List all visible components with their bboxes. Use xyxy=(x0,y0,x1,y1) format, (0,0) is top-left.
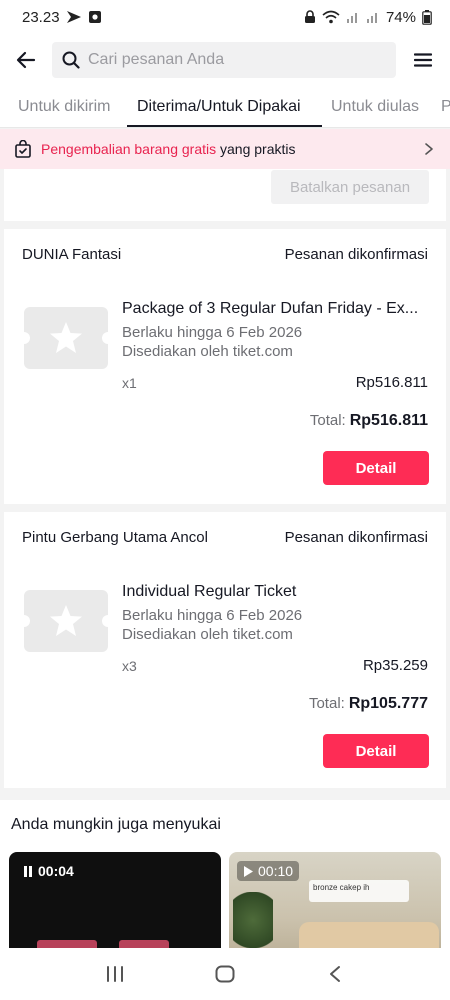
unit-price: Rp516.811 xyxy=(355,374,428,391)
cancel-order-button[interactable]: Batalkan pesanan xyxy=(271,170,429,204)
order-total: Total: Rp516.811 xyxy=(310,412,428,430)
plant-image xyxy=(233,892,273,948)
lock-icon xyxy=(304,10,316,24)
video-duration: 00:04 xyxy=(38,863,74,879)
media-notification-icon xyxy=(88,10,102,24)
recommendations-title: Anda mungkin juga menyukai xyxy=(11,816,221,833)
total-label: Total: xyxy=(308,695,345,712)
chevron-right-icon xyxy=(425,143,433,155)
clock: 23.23 xyxy=(22,8,60,26)
search-input[interactable] xyxy=(88,51,368,69)
recent-apps-icon xyxy=(107,966,123,982)
banner-text: Pengembalian barang gratis yang praktis xyxy=(41,141,422,157)
navigation-arrow-icon xyxy=(66,10,82,24)
tab-diterima[interactable]: Diterima/Untuk Dipakai xyxy=(137,86,301,127)
total-label: Total: xyxy=(309,412,346,429)
quantity: x3 xyxy=(122,658,137,674)
video-caption: bronze cakep ih xyxy=(309,880,409,902)
search-box[interactable] xyxy=(52,42,396,78)
star-icon xyxy=(50,322,82,353)
home-icon xyxy=(215,965,235,983)
video-duration-badge: 00:10 xyxy=(237,861,300,881)
free-return-banner[interactable]: Pengembalian barang gratis yang praktis xyxy=(0,129,450,169)
status-bar-right: 74% xyxy=(304,9,432,26)
pause-icon xyxy=(24,865,32,877)
home-button[interactable] xyxy=(195,954,255,994)
product-image xyxy=(119,940,169,948)
back-button[interactable] xyxy=(0,34,52,86)
tab-untuk-dikirim[interactable]: Untuk dikirim xyxy=(18,86,110,127)
video-thumbnail[interactable]: 00:04 xyxy=(9,852,221,948)
store-name: Pintu Gerbang Utama Ancol xyxy=(22,529,208,546)
shopping-bag-icon xyxy=(15,140,31,158)
ticket-thumbnail xyxy=(18,307,114,369)
signal-icon-2 xyxy=(366,10,380,24)
status-bar-left: 23.23 xyxy=(22,9,102,26)
search-icon xyxy=(62,51,80,69)
order-status: Pesanan dikonfirmasi xyxy=(284,529,428,546)
order-total: Total: Rp105.777 xyxy=(309,695,428,713)
back-nav-button[interactable] xyxy=(305,954,365,994)
hamburger-menu-icon xyxy=(414,53,432,67)
banner-highlight: Pengembalian barang gratis xyxy=(41,141,217,157)
product-name: Package of 3 Regular Dufan Friday - Ex..… xyxy=(122,300,419,317)
video-duration: 00:10 xyxy=(258,863,294,879)
sofa-image xyxy=(299,922,439,948)
chevron-left-icon xyxy=(330,966,340,982)
order-status: Pesanan dikonfirmasi xyxy=(284,246,428,263)
active-tab-indicator xyxy=(127,125,322,127)
recommendations-section: Anda mungkin juga menyukai 00:04 00:10 b… xyxy=(0,800,450,948)
battery-icon xyxy=(422,9,432,25)
video-duration-badge: 00:04 xyxy=(17,861,80,881)
order-status-tabs: Untuk dikirim Diterima/Untuk Dipakai Unt… xyxy=(0,86,450,128)
arrow-left-icon xyxy=(16,51,36,69)
top-bar xyxy=(0,34,450,86)
tab-more[interactable]: P xyxy=(441,86,450,127)
star-icon xyxy=(50,605,82,636)
play-icon xyxy=(244,865,253,877)
product-image xyxy=(37,940,97,948)
ticket-thumbnail xyxy=(18,590,114,652)
tab-untuk-diulas[interactable]: Untuk diulas xyxy=(331,86,419,127)
menu-button[interactable] xyxy=(396,34,450,86)
wifi-icon xyxy=(322,10,340,24)
provider: Disediakan oleh tiket.com xyxy=(122,343,293,360)
signal-icon xyxy=(346,10,360,24)
detail-button[interactable]: Detail xyxy=(323,734,429,768)
valid-until: Berlaku hingga 6 Feb 2026 xyxy=(122,607,303,624)
total-amount: Rp516.811 xyxy=(349,412,428,429)
product-name: Individual Regular Ticket xyxy=(122,583,297,600)
recent-apps-button[interactable] xyxy=(85,954,145,994)
video-thumbnail[interactable]: 00:10 bronze cakep ih xyxy=(229,852,441,948)
order-card[interactable]: Pintu Gerbang Utama Ancol Pesanan dikonf… xyxy=(4,512,446,788)
quantity: x1 xyxy=(122,375,137,391)
total-amount: Rp105.777 xyxy=(348,695,428,712)
detail-button[interactable]: Detail xyxy=(323,451,429,485)
valid-until: Berlaku hingga 6 Feb 2026 xyxy=(122,324,303,341)
order-card[interactable]: DUNIA Fantasi Pesanan dikonfirmasi Packa… xyxy=(4,229,446,504)
unit-price: Rp35.259 xyxy=(362,657,428,674)
store-name: DUNIA Fantasi xyxy=(22,246,122,263)
battery-percentage: 74% xyxy=(385,8,416,26)
status-bar: 23.23 74% xyxy=(0,0,450,34)
banner-rest: yang praktis xyxy=(220,141,296,157)
provider: Disediakan oleh tiket.com xyxy=(122,626,293,643)
system-navigation-bar xyxy=(0,948,450,1000)
